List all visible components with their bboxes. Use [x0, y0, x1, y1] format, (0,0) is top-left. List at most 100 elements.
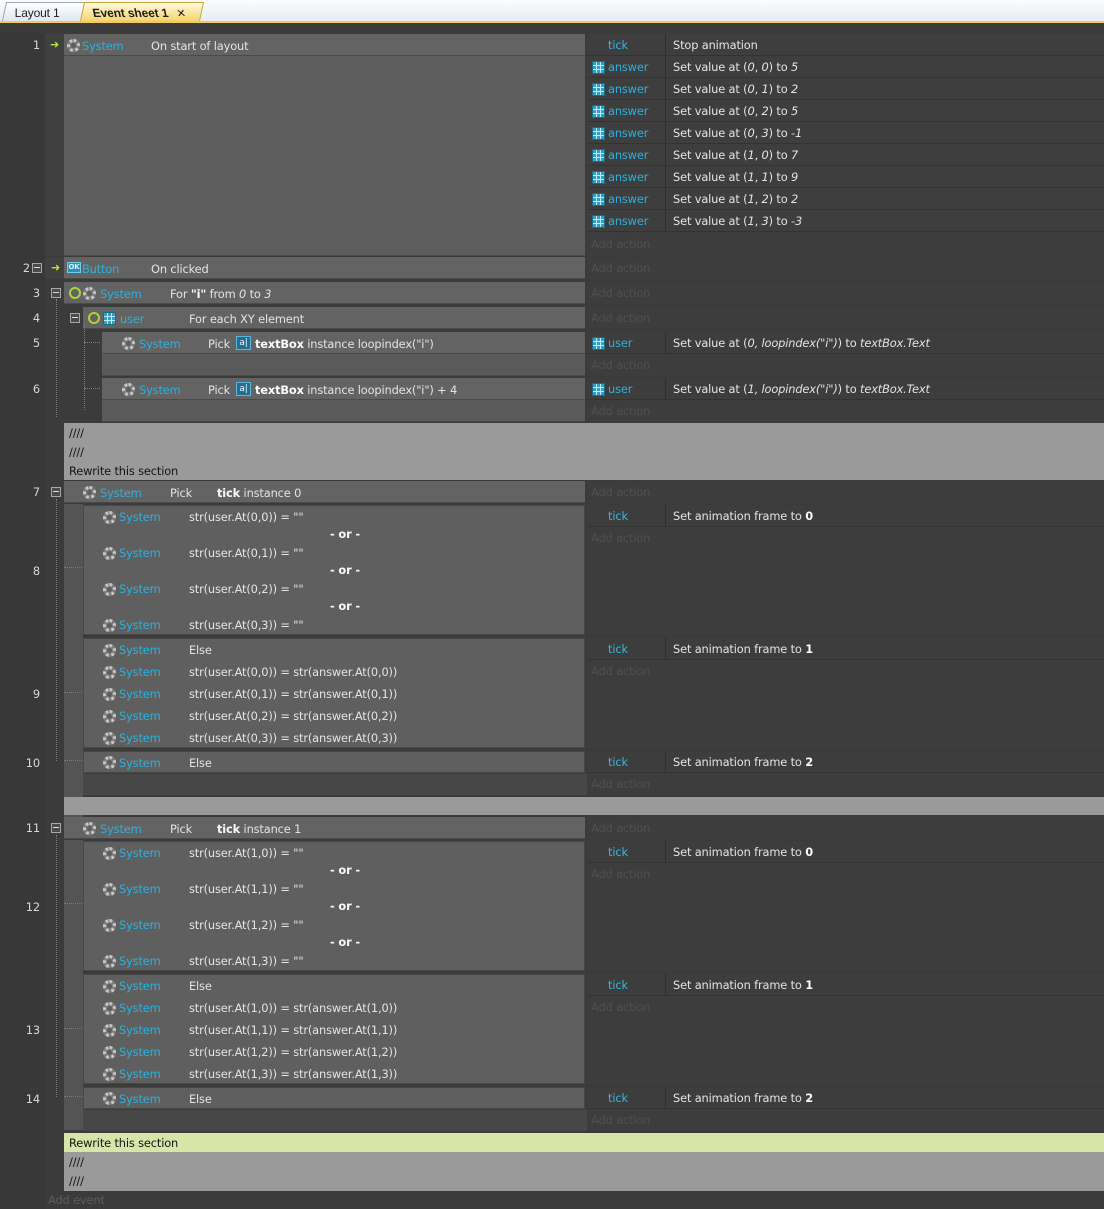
textbox-object-icon: a| [236, 382, 251, 396]
condition-row[interactable]: System Pick a| textBox instance loopinde… [102, 378, 585, 400]
event-12-conditions[interactable]: System str(user.At(1,0)) = "" - or - System… [83, 841, 585, 971]
coord-x: 0 [747, 60, 755, 74]
condition-row[interactable]: System str(user.At(1,1)) = str(answer.At(… [84, 1019, 584, 1041]
condition-row[interactable]: System str(user.At(1,0)) = str(answer.At(… [84, 997, 584, 1019]
action-row[interactable]: answer Set value at (1, 0) to 7 [587, 144, 1104, 166]
event-1-conditions[interactable]: ➜ System On start of layout [50, 34, 585, 256]
action-text: Set value at (1, 3) to -3 [673, 214, 803, 228]
event-1-actions[interactable]: tick Stop animation answer Set value at (… [587, 34, 1104, 256]
collapse-toggle-icon[interactable] [51, 288, 61, 298]
condition-row[interactable]: System str(user.At(0,1)) = str(answer.At(… [84, 683, 584, 705]
action-row[interactable]: tick Set animation frame to 1 [587, 974, 1104, 996]
event-14-condition[interactable]: System Else [83, 1087, 585, 1109]
comment-block[interactable]: //// //// Rewrite this section [64, 423, 1104, 480]
condition-row[interactable]: System Else [84, 975, 584, 997]
comment-block[interactable]: Rewrite this section //// //// [64, 1133, 1104, 1191]
event-11-actions[interactable]: Add action [587, 817, 1104, 839]
condition-row[interactable]: System str(user.At(1,3)) = "" [84, 950, 584, 970]
event-8-conditions[interactable]: System str(user.At(0,0)) = "" - or - System… [83, 505, 585, 635]
action-row[interactable]: tick Stop animation [587, 34, 1104, 56]
event-14-actions[interactable]: tick Set animation frame to 2 Add action [587, 1087, 1104, 1131]
event-11-condition[interactable]: System Pick tick instance 1 [64, 817, 585, 839]
condition-row[interactable]: System Pick a| textBox instance loopinde… [102, 332, 585, 354]
collapse-toggle-icon[interactable] [70, 313, 80, 323]
event-7-condition[interactable]: System Pick tick instance 0 [64, 481, 585, 503]
add-action-link[interactable]: Add action [591, 663, 650, 679]
condition-row[interactable]: System str(user.At(1,3)) = str(answer.At(… [84, 1063, 584, 1085]
event-4-actions[interactable]: Add action [587, 307, 1104, 329]
event-5-actions[interactable]: user Set value at (0, loopindex("i")) to… [587, 332, 1104, 376]
add-action-link[interactable]: Add action [591, 236, 650, 252]
condition-row[interactable]: System str(user.At(1,0)) = "" [84, 842, 584, 862]
action-label: Set animation frame to [673, 1091, 806, 1105]
condition-row[interactable]: System str(user.At(0,2)) = str(answer.At(… [84, 705, 584, 727]
event-9-conditions[interactable]: System Else System str(user.At(0,0)) = str(… [83, 638, 585, 748]
action-row[interactable]: answer Set value at (0, 2) to 5 [587, 100, 1104, 122]
condition-row[interactable]: System str(user.At(1,2)) = "" [84, 914, 584, 934]
add-action-link[interactable]: Add action [591, 820, 650, 836]
event-7-actions[interactable]: Add action [587, 481, 1104, 503]
event-margin[interactable] [45, 34, 64, 256]
event-3-condition[interactable]: System For "i" from 0 to 3 [64, 282, 585, 304]
add-event-link[interactable]: Add event [48, 1192, 105, 1208]
action-row[interactable]: tick Set animation frame to 0 [587, 841, 1104, 863]
event-8-actions[interactable]: tick Set animation frame to 0 Add action [587, 505, 1104, 635]
event-2-actions[interactable]: Add action [587, 257, 1104, 279]
event-10-condition[interactable]: System Else [83, 751, 585, 773]
event-10-actions[interactable]: tick Set animation frame to 2 Add action [587, 751, 1104, 795]
tab-layout-1[interactable]: Layout 1 [1, 2, 87, 21]
condition-text: On clicked [151, 262, 209, 276]
collapse-toggle-icon[interactable] [51, 823, 61, 833]
condition-row[interactable]: System str(user.At(1,2)) = str(answer.At(… [84, 1041, 584, 1063]
add-action-link[interactable]: Add action [591, 310, 650, 326]
add-action-link[interactable]: Add action [591, 776, 650, 792]
close-icon[interactable]: ✕ [176, 7, 188, 20]
column-divider [665, 122, 666, 144]
event-4-condition[interactable]: user For each XY element [83, 307, 585, 329]
event-3-actions[interactable]: Add action [587, 282, 1104, 304]
action-row[interactable]: answer Set value at (1, 2) to 2 [587, 188, 1104, 210]
condition-row[interactable]: System str(user.At(1,1)) = "" [84, 878, 584, 898]
add-action-link[interactable]: Add action [591, 530, 650, 546]
action-row[interactable]: user Set value at (1, loopindex("i")) to… [587, 378, 1104, 400]
collapse-toggle-icon[interactable] [51, 487, 61, 497]
array-object-icon [592, 337, 605, 350]
event-12-actions[interactable]: tick Set animation frame to 0 Add action [587, 841, 1104, 971]
condition-row[interactable]: System str(user.At(0,0)) = str(answer.At(… [84, 661, 584, 683]
add-action-link[interactable]: Add action [591, 1112, 650, 1128]
add-action-link[interactable]: Add action [591, 999, 650, 1015]
action-row[interactable]: user Set value at (0, loopindex("i")) to… [587, 332, 1104, 354]
tab-event-sheet-1[interactable]: Event sheet 1 ✕ [79, 2, 205, 21]
add-action-link[interactable]: Add action [591, 260, 650, 276]
action-row[interactable]: answer Set value at (0, 0) to 5 [587, 56, 1104, 78]
event-13-actions[interactable]: tick Set animation frame to 1 Add action [587, 974, 1104, 1084]
event-13-conditions[interactable]: System Else System str(user.At(1,0)) = str(… [83, 974, 585, 1084]
condition-row[interactable]: System str(user.At(0,1)) = "" [84, 542, 584, 562]
condition-row[interactable]: System str(user.At(0,3)) = "" [84, 614, 584, 634]
condition-row[interactable]: System str(user.At(0,3)) = str(answer.At(… [84, 727, 584, 749]
action-row[interactable]: tick Set animation frame to 1 [587, 638, 1104, 660]
condition-row[interactable]: ➜ System On start of layout [50, 34, 585, 56]
add-action-link[interactable]: Add action [591, 866, 650, 882]
event-6-actions[interactable]: user Set value at (1, loopindex("i")) to… [587, 378, 1104, 422]
action-row[interactable]: answer Set value at (0, 1) to 2 [587, 78, 1104, 100]
add-action-link[interactable]: Add action [591, 357, 650, 373]
action-row[interactable]: tick Set animation frame to 0 [587, 505, 1104, 527]
condition-row[interactable]: System Else [84, 639, 584, 661]
event-2-condition[interactable]: ➜ OK Button On clicked [51, 257, 585, 279]
add-action-link[interactable]: Add action [591, 484, 650, 500]
event-9-actions[interactable]: tick Set animation frame to 1 Add action [587, 638, 1104, 748]
condition-row[interactable]: System str(user.At(0,2)) = "" [84, 578, 584, 598]
add-action-link[interactable]: Add action [591, 403, 650, 419]
condition-row[interactable]: System str(user.At(0,0)) = "" [84, 506, 584, 526]
collapse-toggle-icon[interactable] [32, 263, 42, 273]
event-6-block[interactable]: System Pick a| textBox instance loopinde… [102, 378, 585, 422]
add-action-link[interactable]: Add action [591, 285, 650, 301]
action-row[interactable]: answer Set value at (1, 3) to -3 [587, 210, 1104, 232]
action-row[interactable]: answer Set value at (0, 3) to -1 [587, 122, 1104, 144]
action-row[interactable]: tick Set animation frame to 2 [587, 751, 1104, 773]
action-row[interactable]: answer Set value at (1, 1) to 9 [587, 166, 1104, 188]
event-5-block[interactable]: System Pick a| textBox instance loopinde… [102, 332, 585, 376]
condition-text: str(user.At(1,2)) = str(answer.At(1,2)) [189, 1045, 398, 1059]
action-row[interactable]: tick Set animation frame to 2 [587, 1087, 1104, 1109]
